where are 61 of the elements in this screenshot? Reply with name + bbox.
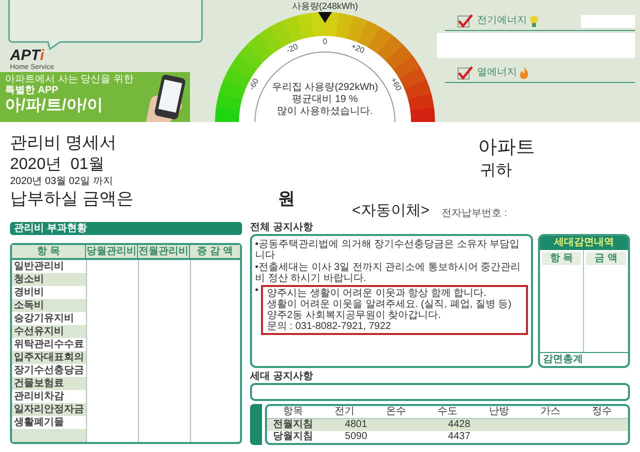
- currency-unit: 원: [278, 188, 295, 210]
- table-cell: 건물보험료: [12, 377, 86, 390]
- flame-icon: [519, 67, 529, 79]
- column-header: 전월관리비: [138, 245, 190, 260]
- usage-caption: 사용량(248kWh): [292, 1, 358, 11]
- table-cell: 청소비: [12, 273, 86, 286]
- gauge-tick-label: +20: [350, 42, 366, 56]
- panel-header: 세대감면내역: [540, 236, 628, 250]
- honorific: 귀하: [480, 161, 513, 181]
- bullet-text: •: [255, 285, 260, 298]
- table-cell-text: 당월지침: [272, 431, 314, 443]
- gauge-tick-label: +60: [388, 76, 404, 92]
- banner-tagline: 아파트에서 사는 당신을 위한 특별한 APP: [5, 74, 134, 96]
- column-header: 항 목: [12, 245, 86, 260]
- table-cell: 4801: [318, 419, 370, 431]
- section-header: 관리비 부과현황: [10, 222, 242, 235]
- table-cell: 장기수선충당금: [12, 364, 86, 377]
- usage-summary: 많이 사용하셨습니다.: [277, 106, 373, 117]
- table-cell: 전월지침: [267, 419, 319, 431]
- table-cell-text: 4437: [447, 431, 472, 443]
- notice-text: •전출세대는 이사 3일 전까지 관리소에 통보하시어 중간관리비 정산 하시기 바랍니다.: [255, 262, 522, 284]
- banner-title: 아/파/트/아/이: [5, 96, 104, 116]
- side-bar: [250, 404, 262, 445]
- payment-method: <자동이체>: [352, 202, 430, 220]
- notice-text: 문의 : 031-8082-7921, 7922: [267, 321, 392, 332]
- amount-label: 납부하실 금액은: [10, 188, 134, 210]
- column-header: 금 액: [586, 252, 626, 265]
- table-cell: 위탁관리수수료: [12, 338, 86, 351]
- gauge-tick-label: 0: [322, 37, 328, 46]
- table-cell: 소독비: [12, 299, 86, 312]
- section-label: 전체 공지사항: [250, 222, 314, 234]
- redaction-block: [581, 14, 635, 28]
- notice-text: 양주2동 사회복지공무원이 찾아갑니다.: [267, 310, 442, 321]
- usage-summary: 평균대비 19 %: [292, 94, 358, 105]
- bulb-icon: [529, 15, 539, 27]
- notice-text: 양주시는 생활이 어려운 이웃과 항상 함께 합니다.: [267, 288, 488, 299]
- column-header: 증 감 액: [190, 245, 240, 260]
- statement-title: 관리비 명세서: [10, 132, 118, 154]
- due-date: 2020년 03월 02일 까지: [10, 176, 114, 188]
- logo-text: APT: [10, 48, 40, 63]
- table-cell: 입주자대표회의: [12, 351, 86, 364]
- column-header: 당월관리비: [86, 245, 138, 260]
- gauge-tick-label: -20: [285, 42, 300, 55]
- column-header: 항 목: [542, 252, 581, 265]
- table-cell: 일자리안정자금: [12, 403, 86, 416]
- notice-text: •공동주택관리법에 의거해 장기수선충당금은 소유자 부담입니다: [255, 239, 521, 261]
- billing-period: 2020년 01월: [10, 155, 106, 175]
- energy-type-label: 전기에너지: [477, 15, 527, 27]
- section-label: 세대 공지사항: [250, 371, 314, 383]
- apartment-name: 아파트: [478, 136, 536, 160]
- notice-text: 생활이 어려운 이웃을 알려주세요. (실직, 폐업, 질병 등): [267, 299, 512, 310]
- usage-summary: 우리집 사용량(292kWh): [272, 82, 378, 93]
- table-cell: 감면총계: [540, 352, 628, 366]
- gauge-tick-label: -60: [247, 77, 261, 92]
- table-cell: 4428: [422, 419, 474, 431]
- table-cell-text: 5090: [344, 431, 368, 443]
- epay-label: 전자납부번호 :: [442, 208, 508, 220]
- table-cell: 수선유지비: [12, 325, 86, 338]
- logo-mark: i: [40, 48, 44, 63]
- energy-type-label: 열에너지: [477, 67, 517, 79]
- pointer-icon: [318, 12, 332, 23]
